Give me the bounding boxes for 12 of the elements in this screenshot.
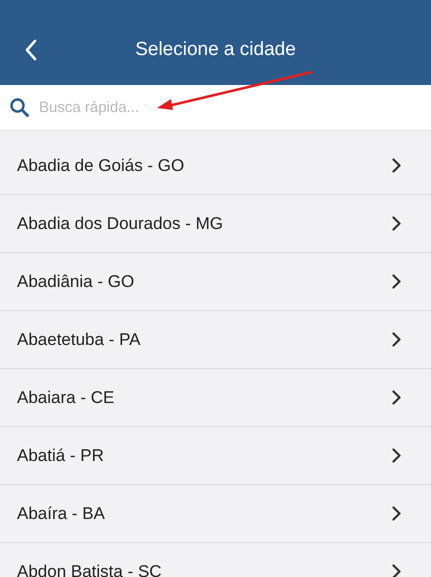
chevron-icon [392,564,401,577]
chevron-icon [392,448,401,463]
back-icon [24,38,38,60]
search-field[interactable]: Busca rápida... [0,85,431,131]
search-icon [10,98,29,117]
chevron-icon [392,506,401,521]
chevron-icon [392,216,401,231]
chevron-icon [392,332,401,347]
chevron-icon [392,390,401,405]
screen-title: Selecione a cidade [135,38,296,60]
chevron-icon [392,158,401,173]
chevron-icon [392,274,401,289]
